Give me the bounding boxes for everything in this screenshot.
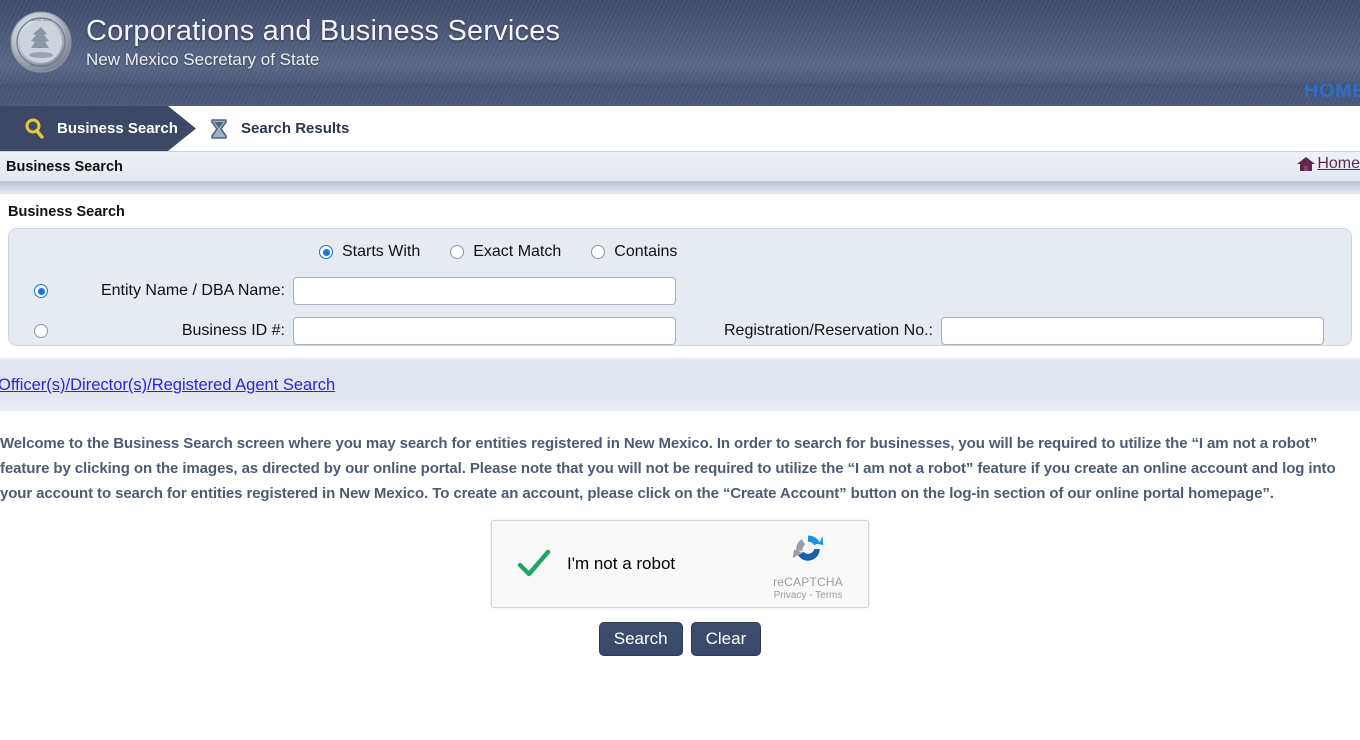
radio-contains[interactable]: Contains [591, 243, 677, 261]
page-title-shadow [0, 182, 1360, 194]
svg-text:GREAT SEAL: GREAT SEAL [31, 18, 52, 22]
business-id-label: Business ID #: [181, 322, 285, 339]
entity-name-input[interactable] [293, 277, 676, 305]
officer-search-band: Officer(s)/Director(s)/Registered Agent … [0, 358, 1360, 411]
recaptcha-brand-name: reCAPTCHA [773, 575, 843, 589]
home-strip: HOME [0, 84, 1360, 106]
page-title: Corporations and Business Services [86, 14, 561, 47]
home-strip-link[interactable]: HOME [1304, 84, 1360, 103]
business-id-input[interactable] [293, 317, 676, 345]
header-subtitle: New Mexico Secretary of State [86, 49, 320, 69]
tab-business-search[interactable]: Business Search [0, 106, 196, 151]
radio-contains-input[interactable] [591, 245, 606, 259]
welcome-text: Welcome to the Business Search screen wh… [0, 431, 1360, 506]
radio-search-by-business-id-input[interactable] [34, 324, 48, 338]
recaptcha-legal-links[interactable]: Privacy - Terms [762, 590, 854, 601]
tab-bar: Business Search Search Results [0, 106, 1360, 152]
recaptcha-label: I'm not a robot [567, 554, 676, 573]
house-icon [1296, 155, 1316, 173]
tab-search-results-label: Search Results [241, 120, 350, 137]
radio-starts-with-label: Starts With [342, 243, 421, 260]
business-id-row: Business ID #: Registration/Reservation … [9, 317, 1351, 345]
form-actions: Search Clear [0, 622, 1360, 656]
entity-name-row: Entity Name / DBA Name: [9, 277, 1351, 305]
registration-number-label: Registration/Reservation No.: [724, 322, 933, 339]
recaptcha-widget[interactable]: I'm not a robot reCAPTCHA Privacy - Term… [491, 520, 869, 608]
breadcrumb: Business Search [6, 158, 123, 175]
entity-name-label: Entity Name / DBA Name: [100, 282, 285, 299]
hourglass-icon [206, 116, 232, 142]
radio-starts-with-input[interactable] [319, 245, 333, 259]
officer-director-agent-search-link[interactable]: Officer(s)/Director(s)/Registered Agent … [0, 376, 335, 395]
home-link-label: Home [1317, 155, 1360, 172]
search-section-title: Business Search [0, 194, 1360, 228]
site-header: GREAT SEAL NEW MEXICO Corporations and B… [0, 0, 1360, 84]
tab-business-search-label: Business Search [57, 120, 178, 137]
search-form-panel: Starts With Exact Match Contains Entity … [8, 228, 1352, 346]
magnifier-icon [22, 116, 48, 142]
radio-search-by-entity-name-input[interactable] [34, 284, 48, 298]
main-content: Business Search Starts With Exact Match … [0, 194, 1360, 656]
radio-starts-with[interactable]: Starts With [319, 243, 420, 261]
captcha-container: I'm not a robot reCAPTCHA Privacy - Term… [0, 520, 1360, 608]
svg-text:NEW MEXICO: NEW MEXICO [30, 64, 53, 68]
home-link[interactable]: Home [1296, 155, 1360, 173]
radio-search-by-entity-name[interactable] [9, 284, 71, 298]
search-button[interactable]: Search [598, 622, 683, 656]
page-title-bar: Business Search Home [0, 152, 1360, 182]
match-type-group: Starts With Exact Match Contains [9, 239, 1351, 265]
clear-button[interactable]: Clear [690, 622, 762, 656]
recaptcha-logo-icon [790, 535, 826, 571]
radio-exact-match-input[interactable] [450, 245, 465, 259]
tab-search-results[interactable]: Search Results [196, 106, 349, 151]
green-check-icon [517, 549, 551, 579]
radio-contains-label: Contains [614, 243, 678, 260]
state-seal-icon: GREAT SEAL NEW MEXICO [10, 11, 72, 73]
radio-search-by-business-id[interactable] [9, 324, 71, 338]
registration-number-input[interactable] [940, 317, 1324, 345]
radio-exact-match-label: Exact Match [473, 243, 562, 260]
radio-exact-match[interactable]: Exact Match [450, 243, 561, 261]
recaptcha-brand: reCAPTCHA Privacy - Terms [762, 531, 854, 601]
